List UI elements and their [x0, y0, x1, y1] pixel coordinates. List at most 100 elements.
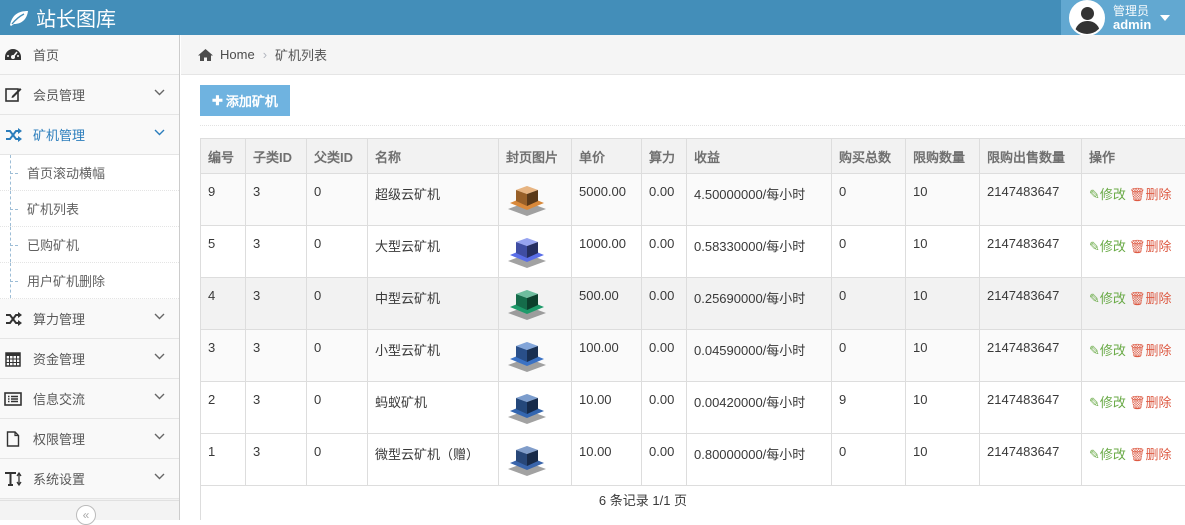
trash-icon: 🗑	[1129, 239, 1146, 254]
cell-limit: 10	[906, 382, 980, 434]
sidebar-item-label: 资金管理	[33, 349, 85, 368]
table-row: 130微型云矿机（赠）10.000.000.80000000/每小时010214…	[201, 434, 1185, 486]
caret-down-icon	[1160, 15, 1170, 21]
cell-total-bought: 9	[832, 382, 906, 434]
edit-link[interactable]: ✎修改	[1089, 447, 1126, 462]
submenu-item-miner-list[interactable]: 矿机列表	[0, 191, 179, 227]
sidebar-item-label: 算力管理	[33, 309, 85, 328]
cell-total-bought: 0	[832, 330, 906, 382]
header-col-total-bought: 购买总数	[832, 139, 906, 174]
chevron-down-icon	[154, 473, 165, 480]
edit-link[interactable]: ✎修改	[1089, 291, 1126, 306]
sidebar-item-settings[interactable]: 系统设置	[0, 459, 179, 499]
cell-sub-id: 3	[246, 226, 307, 278]
pencil-icon: ✎	[1089, 395, 1100, 410]
cell-sub-id: 3	[246, 174, 307, 226]
edit-label: 修改	[1100, 187, 1126, 202]
chevron-down-icon	[154, 433, 165, 440]
chevron-down-icon	[154, 89, 165, 96]
sidebar-item-members[interactable]: 会员管理	[0, 75, 179, 115]
chevron-down-icon	[154, 313, 165, 320]
sidebar-submenu-miners: 首页滚动横幅 矿机列表 已购矿机 用户矿机删除	[0, 155, 179, 299]
submenu-item-delete-user-miner[interactable]: 用户矿机删除	[0, 263, 179, 299]
trash-icon: 🗑	[1129, 447, 1146, 462]
cell-power: 0.00	[642, 382, 687, 434]
cell-power: 0.00	[642, 226, 687, 278]
sidebar-item-hashrate[interactable]: 算力管理	[0, 299, 179, 339]
submenu-item-purchased-miners[interactable]: 已购矿机	[0, 227, 179, 263]
edit-label: 修改	[1100, 291, 1126, 306]
trash-icon: 🗑	[1129, 291, 1146, 306]
add-miner-button[interactable]: ✚ 添加矿机	[200, 85, 290, 116]
user-role: 管理员	[1113, 5, 1151, 18]
miner-cover-image	[506, 284, 548, 322]
cell-total-bought: 0	[832, 174, 906, 226]
delete-link[interactable]: 🗑删除	[1129, 343, 1172, 358]
cell-parent-id: 0	[307, 278, 368, 330]
table-row: 530大型云矿机1000.000.000.58330000/每小时0102147…	[201, 226, 1185, 278]
cell-sub-id: 3	[246, 278, 307, 330]
sidebar-item-label: 系统设置	[33, 469, 85, 488]
chevron-down-icon	[154, 353, 165, 360]
edit-link[interactable]: ✎修改	[1089, 343, 1126, 358]
delete-label: 删除	[1145, 395, 1171, 410]
header-col-cover: 封页图片	[499, 139, 572, 174]
calendar-icon	[4, 350, 22, 368]
user-name: admin	[1113, 18, 1151, 31]
cell-price: 500.00	[572, 278, 642, 330]
delete-link[interactable]: 🗑删除	[1129, 239, 1172, 254]
miner-cover-image	[506, 336, 548, 374]
header-col-actions: 操作	[1082, 139, 1185, 174]
edit-link[interactable]: ✎修改	[1089, 187, 1126, 202]
header-col-limit: 限购数量	[906, 139, 980, 174]
delete-label: 删除	[1145, 343, 1171, 358]
sidebar-item-label: 首页	[33, 45, 59, 64]
cell-limit: 10	[906, 174, 980, 226]
divider	[200, 125, 1185, 126]
delete-link[interactable]: 🗑删除	[1129, 291, 1172, 306]
cover-image-cell	[499, 226, 572, 278]
double-chevron-left-icon[interactable]: «	[76, 505, 96, 525]
delete-link[interactable]: 🗑删除	[1129, 187, 1172, 202]
cell-limit: 10	[906, 330, 980, 382]
delete-link[interactable]: 🗑删除	[1129, 447, 1172, 462]
cell-sale-limit: 2147483647	[980, 434, 1082, 486]
sidebar-item-funds[interactable]: 资金管理	[0, 339, 179, 379]
sidebar-item-label: 权限管理	[33, 429, 85, 448]
breadcrumb: Home › 矿机列表	[181, 35, 1185, 75]
sidebar-item-miners[interactable]: 矿机管理	[0, 115, 179, 155]
edit-link[interactable]: ✎修改	[1089, 239, 1126, 254]
actions-cell: ✎修改🗑删除	[1082, 330, 1185, 382]
sidebar-item-permissions[interactable]: 权限管理	[0, 419, 179, 459]
delete-link[interactable]: 🗑删除	[1129, 395, 1172, 410]
breadcrumb-home-link[interactable]: Home	[220, 47, 255, 62]
header-col-price: 单价	[572, 139, 642, 174]
cell-id: 3	[201, 330, 246, 382]
cell-parent-id: 0	[307, 434, 368, 486]
cell-name: 中型云矿机	[368, 278, 499, 330]
sidebar-item-messages[interactable]: 信息交流	[0, 379, 179, 419]
user-menu[interactable]: 管理员 admin	[1061, 0, 1185, 35]
cell-limit: 10	[906, 278, 980, 330]
header-col-name: 名称	[368, 139, 499, 174]
pencil-icon: ✎	[1089, 187, 1100, 202]
sidebar-item-label: 矿机管理	[33, 125, 85, 144]
actions-cell: ✎修改🗑删除	[1082, 434, 1185, 486]
table-row: 230蚂蚁矿机10.000.000.00420000/每小时9102147483…	[201, 382, 1185, 434]
sidebar-item-home[interactable]: 首页	[0, 35, 179, 75]
cell-parent-id: 0	[307, 382, 368, 434]
random-icon	[4, 310, 22, 328]
edit-label: 修改	[1100, 239, 1126, 254]
header-col-sale-limit: 限购出售数量	[980, 139, 1082, 174]
submenu-item-banner[interactable]: 首页滚动横幅	[0, 155, 179, 191]
dashboard-icon	[4, 46, 22, 64]
brand[interactable]: 站长图库	[8, 0, 116, 35]
delete-label: 删除	[1145, 291, 1171, 306]
random-icon	[4, 126, 22, 144]
cell-limit: 10	[906, 226, 980, 278]
cell-total-bought: 0	[832, 226, 906, 278]
table-row: 430中型云矿机500.000.000.25690000/每小时01021474…	[201, 278, 1185, 330]
edit-link[interactable]: ✎修改	[1089, 395, 1126, 410]
sidebar-item-label: 信息交流	[33, 389, 85, 408]
edit-label: 修改	[1100, 447, 1126, 462]
